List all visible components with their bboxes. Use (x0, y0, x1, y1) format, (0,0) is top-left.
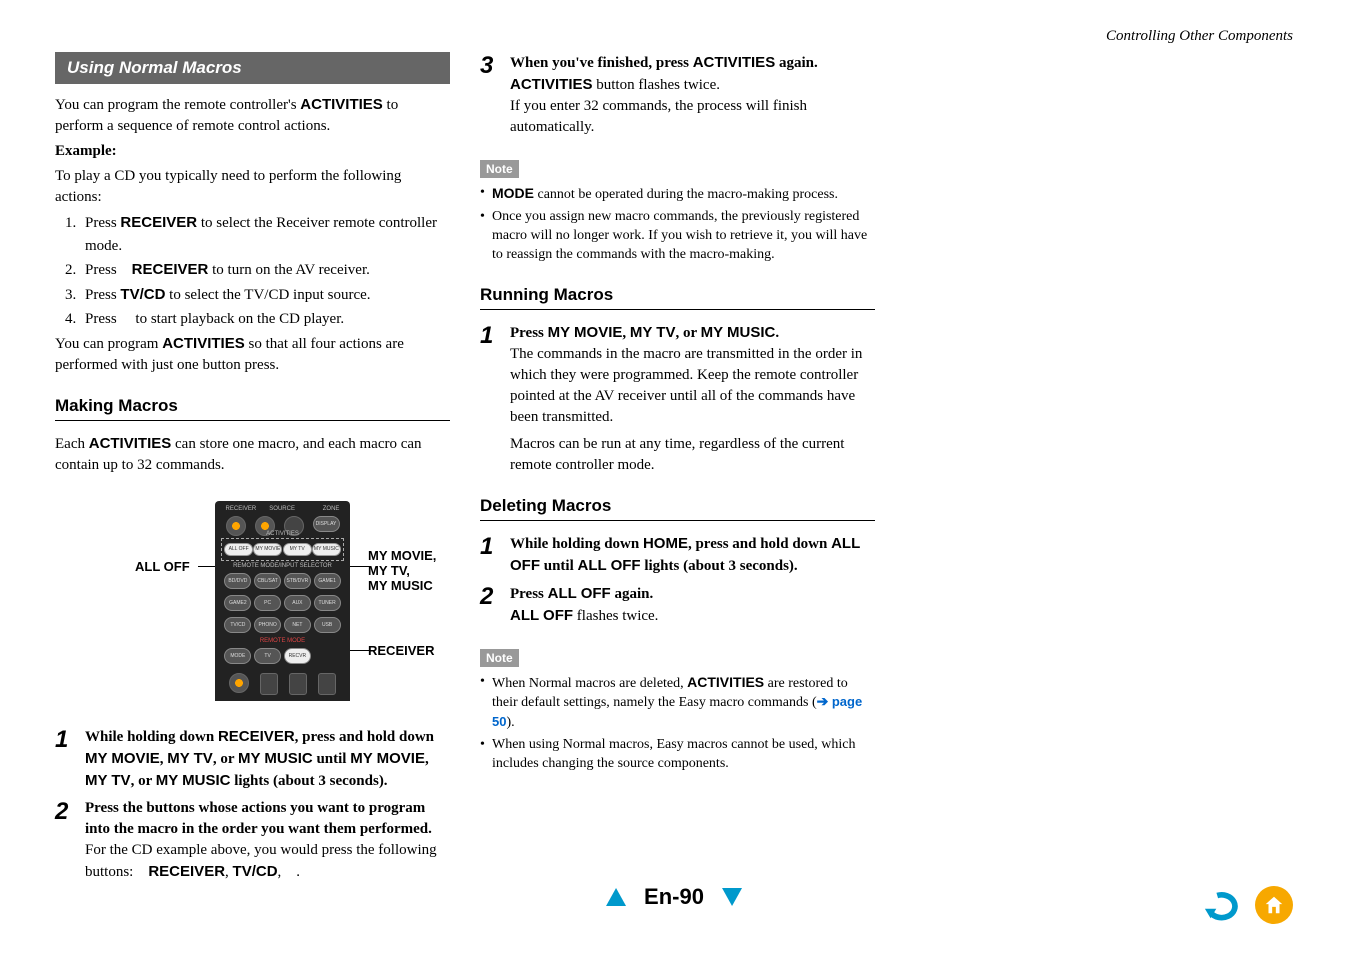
step-number: 2 (480, 583, 510, 609)
note-label: Note (480, 160, 519, 178)
list-item: Press TV/CD to select the TV/CD input so… (80, 284, 450, 307)
list-item: MODE cannot be operated during the macro… (480, 184, 875, 205)
home-icon[interactable] (1255, 886, 1293, 924)
step-2: 2 Press the buttons whose actions you wa… (55, 798, 450, 883)
step-number: 1 (480, 533, 510, 559)
list-item: When Normal macros are deleted, ACTIVITI… (480, 673, 875, 734)
step-3: 3 When you've finished, press ACTIVITIES… (480, 52, 875, 138)
step-number: 2 (55, 798, 85, 824)
running-macros-heading: Running Macros (480, 285, 875, 305)
deleting-step-1: 1 While holding down HOME, press and hol… (480, 533, 875, 577)
step-number: 3 (480, 52, 510, 78)
section-heading-bar: Using Normal Macros (55, 52, 450, 84)
making-macros-heading: Making Macros (55, 396, 450, 416)
remote-input-btn: CBL/SAT (254, 573, 281, 589)
example-label: Example: (55, 141, 450, 162)
note-list: When Normal macros are deleted, ACTIVITI… (480, 673, 875, 774)
step-number: 1 (480, 322, 510, 348)
example-list: Press RECEIVER to select the Receiver re… (55, 212, 450, 331)
running-step-1: 1 Press MY MOVIE, MY TV, or MY MUSIC. Th… (480, 322, 875, 476)
note-list: MODE cannot be operated during the macro… (480, 184, 875, 265)
step-number: 1 (55, 726, 85, 752)
column-right: 3 When you've finished, press ACTIVITIES… (480, 52, 875, 889)
remote-mymovie-btn: MY MOVIE (253, 543, 282, 556)
post-paragraph: You can program ACTIVITIES so that all f… (55, 333, 450, 376)
remote-input-btn: GAME2 (224, 595, 251, 611)
remote-mode-btn: MODE (224, 648, 251, 664)
remote-input-btn: BD/DVD (224, 573, 251, 589)
remote-body: RECEIVERSOURCE ZONE DISPLAY ACTIVITIES A… (215, 501, 350, 701)
remote-input-btn: AUX (284, 595, 311, 611)
remote-btn (229, 673, 249, 693)
column-left: Using Normal Macros You can program the … (55, 52, 450, 889)
list-item: Press to start playback on the CD player… (80, 308, 450, 331)
page-number: En-90 (644, 884, 704, 910)
remote-figure: ALL OFF MY MOVIE, MY TV, MY MUSIC RECEIV… (55, 501, 450, 706)
callout-alloff: ALL OFF (135, 559, 190, 574)
footer: En-90 (0, 884, 1348, 924)
remote-input-btn: STB/DVR (284, 573, 311, 589)
remote-input-btn: NET (284, 617, 311, 633)
example-intro: To play a CD you typically need to perfo… (55, 166, 450, 208)
remote-tv-btn: TV (254, 648, 281, 664)
heading-rule (480, 520, 875, 521)
making-body: Each ACTIVITIES can store one macro, and… (55, 433, 450, 476)
heading-rule (55, 420, 450, 421)
remote-mymusic-btn: MY MUSIC (312, 543, 341, 556)
intro-paragraph: You can program the remote controller's … (55, 94, 450, 137)
remote-input-btn: TUNER (314, 595, 341, 611)
next-page-arrow[interactable] (722, 888, 742, 906)
note-label: Note (480, 649, 519, 667)
remote-input-btn: PHONO (254, 617, 281, 633)
callout-mymovie: MY MOVIE, MY TV, MY MUSIC (368, 548, 436, 593)
prev-page-arrow[interactable] (606, 888, 626, 906)
deleting-macros-heading: Deleting Macros (480, 496, 875, 516)
deleting-step-2: 2 Press ALL OFF again. ALL OFF flashes t… (480, 583, 875, 627)
remote-display-btn: DISPLAY (313, 516, 340, 532)
list-item: Press RECEIVER to select the Receiver re… (80, 212, 450, 257)
remote-mytv-btn: MY TV (283, 543, 312, 556)
remote-rocker (318, 673, 336, 695)
list-item: When using Normal macros, Easy macros ca… (480, 736, 875, 774)
heading-rule (480, 309, 875, 310)
remote-rcvr-btn: RECVR (284, 648, 311, 664)
remote-input-btn: TV/CD (224, 617, 251, 633)
remote-input-btn: USB (314, 617, 341, 633)
list-item: Press RECEIVER to turn on the AV receive… (80, 259, 450, 282)
remote-rocker (260, 673, 278, 695)
list-item: Once you assign new macro commands, the … (480, 208, 875, 265)
remote-input-btn: GAME1 (314, 573, 341, 589)
remote-rocker (289, 673, 307, 695)
section-breadcrumb: Controlling Other Components (1106, 28, 1293, 45)
callout-receiver: RECEIVER (368, 643, 434, 658)
remote-input-btn: PC (254, 595, 281, 611)
remote-alloff-btn: ALL OFF (224, 543, 253, 556)
back-icon[interactable] (1203, 889, 1241, 921)
step-1: 1 While holding down RECEIVER, press and… (55, 726, 450, 792)
